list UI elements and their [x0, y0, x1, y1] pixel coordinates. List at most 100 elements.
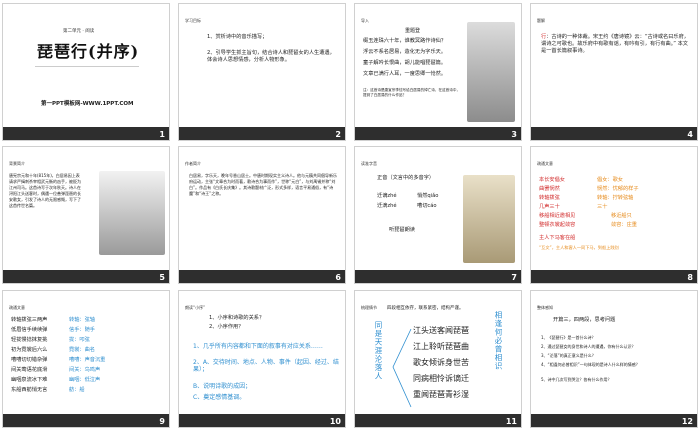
line-note: 移近船只	[611, 213, 632, 219]
slide-number: 4	[687, 130, 693, 139]
poem-line-3: 童子解吟长恨曲，胡儿能唱琵琶篇。	[363, 60, 447, 66]
author-text: 白居易，字乐天，晚年号香山居士。中唐时期现实主义诗人。他与元稹共同倡导新乐府运动…	[189, 173, 337, 196]
slide-canvas: 疏通文意 转轴拨弦三两声 转轴：弦轴 低眉信手续续弹 信手：随手 轻拢慢捻抹复挑…	[3, 291, 169, 416]
slide-heading: 读准字音	[361, 161, 377, 166]
slide-number: 3	[511, 130, 517, 139]
footer-text: 第一PPT模板网-WWW.1PPT.COM	[41, 101, 134, 107]
line-note: 转轴：弦轴	[69, 317, 95, 323]
slide-canvas: 朗读“小序” 1、小序和诗歌的关系？ 2、小序作用？ 1、几乎所有内容都和下面的…	[179, 291, 345, 416]
intro-text: ：古诗的一种体裁。宋王约《唐诗镜》云：“古诗或名曰乐府，谓诗之可歌也。故乐府中有…	[541, 34, 689, 54]
slide-footer: 5	[3, 270, 169, 283]
line-text: 东船西舫悄无言	[11, 387, 48, 393]
line-text: 几声三十	[539, 204, 560, 210]
background-text: 唐宪宗元和十年(815年)，白居易因上表请求严缉刺杀宰相武元衡的凶手，被贬为江州…	[9, 173, 81, 208]
poem-title: 重题登	[405, 28, 421, 34]
question-2: 2、通过琵琶女的身世和诗人的遭遇，你有什么认识？	[541, 344, 636, 349]
slide-footer: 8	[531, 270, 697, 283]
line-text: 间关莺语花底滑	[11, 367, 48, 373]
bracket-lines	[392, 328, 412, 408]
question-5: 5、诗中几次写到哭泣？各有什么作用？	[541, 377, 612, 382]
poem-line-2: 浮云不系名居易，造化无为字乐天。	[363, 49, 447, 55]
line-text: 主人下马客在船	[539, 235, 576, 241]
line-note: 悯然：忧郁的样子	[597, 186, 639, 192]
line-note: 三十	[597, 204, 608, 210]
line-note: 幽咽：低泣声	[69, 377, 101, 383]
word-2: 悄然qiǎo	[417, 193, 439, 199]
slide-heading: 疏通文意	[537, 161, 553, 166]
slide-6-thumbnail[interactable]: 作者简介 白居易，字乐天，晚年号香山居士。中唐时期现实主义诗人。他与元稹共同倡导…	[178, 146, 346, 284]
word-3: 迁滴zhé	[377, 203, 397, 209]
question-2: 2、小序作用？	[209, 324, 244, 330]
intro-text: 四段相互依存，联系紧密，结构严谨。	[387, 306, 464, 311]
plot-item-2: 江上聆听琵琶曲	[413, 342, 469, 351]
slide-footer: 12	[531, 414, 697, 427]
poet-portrait-image	[467, 22, 515, 122]
slide-3-thumbnail[interactable]: 导入 重题登 缀玉连珠六十年，谁教冥路作诗仙？ 浮云不系名居易，造化无为字乐天。…	[354, 3, 522, 141]
slide-canvas: 作者简介 白居易，字乐天，晚年号香山居士。中唐时期现实主义诗人。他与元稹共同倡导…	[179, 147, 345, 272]
line-note: “互文”，主人和客人一同下马，到船上践别	[539, 245, 619, 250]
question-4: 4、“相逢何必曾相识”一句体现的是诗人什么样的情感？	[541, 362, 640, 367]
slide-canvas: 读准字音 正音（文言中的多音字） 迁谪zhé 悄然qiǎo 迁滴zhé 嘈切cá…	[355, 147, 521, 272]
slide-canvas: 整体感知 开篇三，四两段，思考问题 1、《琵琶行》是一首什么诗？ 2、通过琵琶女…	[531, 291, 697, 416]
slide-2-thumbnail[interactable]: 学习目标 1、赏析诗中的音乐描写； 2、引导学生抓主旨句，结合诗人和琵琶女的人生…	[178, 3, 346, 141]
word-1: 迁谪zhé	[377, 193, 397, 199]
question-1: 1、《琵琶行》是一首什么诗？	[541, 335, 596, 340]
slide-number: 8	[687, 273, 693, 282]
slide-footer: 10	[179, 414, 345, 427]
right-vertical-text: 相逢何必曾相识	[494, 311, 503, 371]
plot-item-4: 同病相怜诉谪迁	[413, 374, 469, 383]
plot-item-1: 江头送客闻琵琶	[413, 326, 469, 335]
line-text: 曲罢悯然	[539, 186, 560, 192]
line-note: 舫：船	[69, 387, 85, 393]
slide-7-thumbnail[interactable]: 读准字音 正音（文言中的多音字） 迁谪zhé 悄然qiǎo 迁滴zhé 嘈切cá…	[354, 146, 522, 284]
slide-number: 5	[159, 273, 165, 282]
plot-item-3: 歌女倾诉身世苦	[413, 358, 469, 367]
slide-canvas: 学习目标 1、赏析诗中的音乐描写； 2、引导学生抓主旨句，结合诗人和琵琶女的人生…	[179, 4, 345, 129]
answer-1: 1、几乎所有内容都和下面的叙事有对应关系……	[193, 343, 323, 350]
slide-5-thumbnail[interactable]: 背景简介 唐宪宗元和十年(815年)，白居易因上表请求严缉刺杀宰相武元衡的凶手，…	[2, 146, 170, 284]
slide-8-thumbnail[interactable]: 疏通文意 本长安倡女 倡女：歌女 曲罢悯然 悯然：忧郁的样子 转轴拨弦 转轴：拧…	[530, 146, 698, 284]
slide-12-thumbnail[interactable]: 整体感知 开篇三，四两段，思考问题 1、《琵琶行》是一首什么诗？ 2、通过琵琶女…	[530, 290, 698, 428]
line-note: 倡女：歌女	[597, 177, 623, 183]
audio-link[interactable]: 听琵琶朗读	[389, 227, 415, 234]
slide-footer: 2	[179, 127, 345, 140]
slide-footer: 1	[3, 127, 169, 140]
word-4: 嘈切cáo	[417, 203, 437, 209]
slide-11-thumbnail[interactable]: 梳理情节 四段相互依存，联系紧密，结构严谨。 同是天涯沦落人 相逢何必曾相识 江…	[354, 290, 522, 428]
slide-footer: 7	[355, 270, 521, 283]
pipa-player-image	[463, 175, 515, 263]
poem-note: 注：这首诗是唐宣宗李忱写给白居易的悼亡诗，在这首诗中，提到了白居易的什么作品？	[363, 88, 461, 97]
line-note: 敛容：庄重	[611, 222, 637, 228]
slide-canvas: 背景简介 唐宪宗元和十年(815年)，白居易因上表请求严缉刺杀宰相武元衡的凶手，…	[3, 147, 169, 272]
slide-footer: 4	[531, 127, 697, 140]
line-text: 整顿衣裳起敛容	[539, 222, 576, 228]
slide-number: 11	[505, 417, 517, 426]
slide-9-thumbnail[interactable]: 疏通文意 转轴拨弦三两声 转轴：弦轴 低眉信手续续弹 信手：随手 轻拢慢捻抹复挑…	[2, 290, 170, 428]
slide-10-thumbnail[interactable]: 朗读“小序” 1、小序和诗歌的关系？ 2、小序作用？ 1、几乎所有内容都和下面的…	[178, 290, 346, 428]
line-text: 嘈嘈切切错杂弹	[11, 357, 48, 363]
question-1: 1、小序和诗歌的关系？	[209, 315, 265, 321]
slide-title: 琵琶行(并序)	[37, 42, 140, 61]
slide-4-thumbnail[interactable]: 题解 行：古诗的一种体裁。宋王约《唐诗镜》云：“古诗或名曰乐府，谓诗之可歌也。故…	[530, 3, 698, 141]
slide-canvas: 疏通文意 本长安倡女 倡女：歌女 曲罢悯然 悯然：忧郁的样子 转轴拨弦 转轴：拧…	[531, 147, 697, 272]
answer-4: C、奠定感情基调。	[193, 394, 246, 401]
slide-number: 12	[681, 417, 693, 426]
line-note: 嘈嘈：声音沉重	[69, 357, 106, 363]
slide-heading: 作者简介	[185, 161, 201, 166]
subheading: 开篇三，四两段，思考问题	[553, 317, 616, 323]
answer-2: 2、A、交待时间、地点、人物、事件（起因、经过、结果）；	[193, 359, 339, 373]
slide-footer: 9	[3, 414, 169, 427]
slide-heading: 朗读“小序”	[185, 305, 206, 310]
line-text: 初为霓裳后六么	[11, 347, 48, 353]
plot-item-5: 重闻琵琶青衫湿	[413, 390, 469, 399]
slide-heading: 疏通文意	[9, 305, 25, 310]
line-text: 转轴拨弦	[539, 195, 560, 201]
slide-canvas: 第二单元 · 阅读 琵琶行(并序) 第一PPT模板网-WWW.1PPT.COM	[3, 4, 169, 129]
slide-grid: 第二单元 · 阅读 琵琶行(并序) 第一PPT模板网-WWW.1PPT.COM …	[2, 3, 698, 428]
slide-1-thumbnail[interactable]: 第二单元 · 阅读 琵琶行(并序) 第一PPT模板网-WWW.1PPT.COM …	[2, 3, 170, 141]
slide-number: 1	[159, 130, 165, 139]
line-text: 低眉信手续续弹	[11, 327, 48, 333]
poem-line-4: 文章已满行人耳，一度思卿一怆然。	[363, 71, 447, 77]
slide-heading: 整体感知	[537, 305, 553, 310]
slide-heading: 背景简介	[9, 161, 25, 166]
